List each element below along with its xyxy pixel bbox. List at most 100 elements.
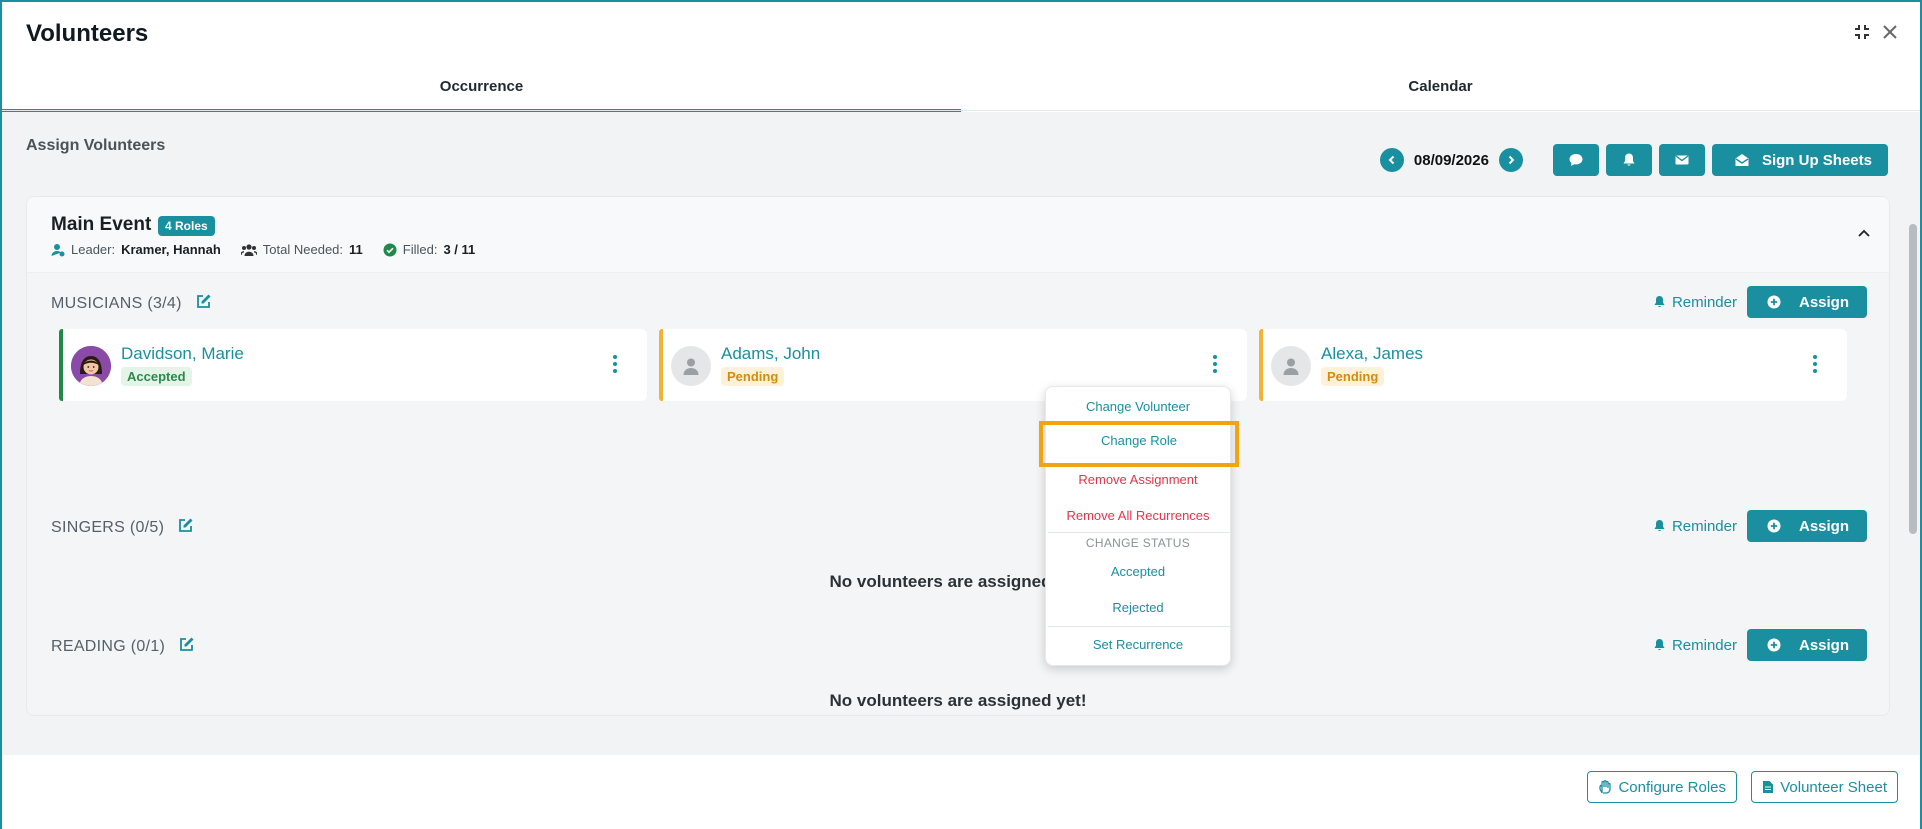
email-button[interactable] xyxy=(1658,144,1705,176)
toolbar: 08/09/2026 Sign Up Sheets xyxy=(1379,144,1888,176)
bell-icon xyxy=(1654,520,1665,532)
reminder-button[interactable]: Reminder xyxy=(1653,518,1737,535)
empty-message: No volunteers are assigned yet! xyxy=(829,572,1087,591)
chevron-right-icon xyxy=(1508,155,1515,165)
bell-icon xyxy=(1654,639,1665,651)
menu-divider xyxy=(1048,532,1230,533)
compress-icon[interactable] xyxy=(1854,24,1870,40)
edit-icon[interactable] xyxy=(178,517,194,538)
tab-calendar[interactable]: Calendar xyxy=(961,72,1920,112)
filled-count: 3 / 11 xyxy=(443,242,476,257)
menu-change-role[interactable]: Change Role xyxy=(1039,421,1239,467)
empty-message: No volunteers are assigned yet! xyxy=(829,691,1087,710)
close-icon[interactable] xyxy=(1882,24,1898,40)
users-icon xyxy=(240,243,257,256)
volunteer-sheet-button[interactable]: Volunteer Sheet xyxy=(1751,771,1898,803)
section-musicians-header: MUSICIANS (3/4) xyxy=(51,293,212,314)
volunteer-sheet-label: Volunteer Sheet xyxy=(1780,778,1887,796)
reminder-button[interactable]: Reminder xyxy=(1653,294,1737,311)
event-card: Main Event 4 Roles Leader: Kramer, Hanna… xyxy=(26,196,1890,716)
envelope-icon xyxy=(1675,155,1689,165)
dialog-title: Volunteers xyxy=(26,20,149,47)
leader-label: Leader: xyxy=(71,242,116,257)
collapse-chevron-icon[interactable] xyxy=(1857,225,1871,243)
volunteer-name[interactable]: Alexa, James xyxy=(1321,344,1423,364)
status-badge: Pending xyxy=(1321,367,1385,386)
more-vertical-icon[interactable] xyxy=(613,355,617,378)
scrollbar-thumb[interactable] xyxy=(1909,224,1917,534)
assign-label: Assign xyxy=(1798,517,1849,535)
event-title: Main Event xyxy=(51,214,152,235)
total-needed: 11 xyxy=(349,242,363,257)
assign-button[interactable]: Assign xyxy=(1746,510,1867,542)
edit-icon[interactable] xyxy=(179,636,195,657)
assign-button[interactable]: Assign xyxy=(1746,286,1867,318)
section-singers-header: SINGERS (0/5) xyxy=(51,517,194,538)
section-musicians-title: MUSICIANS (3/4) xyxy=(51,294,182,312)
sign-up-sheets-button[interactable]: Sign Up Sheets xyxy=(1711,144,1888,176)
section-reading-actions: Reminder Assign xyxy=(1653,629,1867,661)
configure-roles-label: Configure Roles xyxy=(1618,778,1726,796)
volunteer-card[interactable]: Alexa, James Pending xyxy=(1259,329,1847,401)
volunteer-name[interactable]: Adams, John xyxy=(721,344,820,364)
plus-circle-icon xyxy=(1767,638,1781,652)
prev-date-button[interactable] xyxy=(1379,148,1404,172)
dialog-header: Volunteers Occurrence Calendar xyxy=(2,2,1920,112)
chat-icon xyxy=(1569,154,1583,166)
section-singers-actions: Reminder Assign xyxy=(1653,510,1867,542)
tab-occurrence[interactable]: Occurrence xyxy=(2,72,961,112)
reminder-button[interactable]: Reminder xyxy=(1653,637,1737,654)
section-singers-title: SINGERS (0/5) xyxy=(51,518,165,536)
notify-button[interactable] xyxy=(1605,144,1652,176)
next-date-button[interactable] xyxy=(1498,148,1523,172)
assign-label: Assign xyxy=(1798,636,1849,654)
bell-icon xyxy=(1654,296,1665,308)
hand-icon xyxy=(1599,780,1612,794)
menu-status-header: CHANGE STATUS xyxy=(1085,536,1191,550)
chevron-left-icon xyxy=(1388,155,1395,165)
current-date: 08/09/2026 xyxy=(1413,151,1489,169)
status-badge: Pending xyxy=(721,367,785,386)
document-icon xyxy=(1763,781,1774,793)
avatar-placeholder-icon xyxy=(1271,346,1311,386)
menu-remove-assignment[interactable]: Remove Assignment xyxy=(1046,472,1230,487)
avatar xyxy=(71,346,111,386)
more-vertical-icon[interactable] xyxy=(1213,355,1217,378)
menu-remove-all-recurrences[interactable]: Remove All Recurrences xyxy=(1046,508,1230,523)
dialog-footer: Configure Roles Volunteer Sheet xyxy=(2,755,1920,829)
event-card-header[interactable]: Main Event 4 Roles Leader: Kramer, Hanna… xyxy=(27,197,1889,273)
event-meta: Leader: Kramer, Hannah Total Needed: 11 … xyxy=(51,242,475,257)
assign-button[interactable]: Assign xyxy=(1746,629,1867,661)
menu-set-recurrence[interactable]: Set Recurrence xyxy=(1046,637,1230,652)
section-title: Assign Volunteers xyxy=(26,137,166,154)
menu-divider xyxy=(1048,626,1230,627)
volunteer-card[interactable]: Davidson, Marie Accepted xyxy=(59,329,647,401)
leader-name: Kramer, Hannah xyxy=(121,242,221,257)
plus-circle-icon xyxy=(1767,519,1781,533)
more-vertical-icon[interactable] xyxy=(1813,355,1817,378)
status-badge: Accepted xyxy=(121,367,192,386)
reminder-label: Reminder xyxy=(1671,636,1737,654)
avatar-placeholder-icon xyxy=(671,346,711,386)
leader-icon xyxy=(51,243,65,256)
scrollbar[interactable] xyxy=(1906,222,1920,829)
volunteers-dialog: Volunteers Occurrence Calendar Assign Vo… xyxy=(0,0,1922,829)
message-button[interactable] xyxy=(1552,144,1599,176)
section-reading-title: READING (0/1) xyxy=(51,637,166,655)
total-label: Total Needed: xyxy=(262,242,344,257)
configure-roles-button[interactable]: Configure Roles xyxy=(1587,771,1737,803)
menu-status-accepted[interactable]: Accepted xyxy=(1046,564,1230,579)
plus-circle-icon xyxy=(1767,295,1781,309)
sign-up-sheets-label: Sign Up Sheets xyxy=(1761,151,1872,169)
reminder-label: Reminder xyxy=(1671,293,1737,311)
edit-icon[interactable] xyxy=(196,293,212,314)
envelope-open-icon xyxy=(1735,154,1749,166)
menu-status-rejected[interactable]: Rejected xyxy=(1046,600,1230,615)
main-content: Assign Volunteers 08/09/2026 Sign Up She… xyxy=(2,112,1920,829)
section-reading-header: READING (0/1) xyxy=(51,636,195,657)
volunteer-name[interactable]: Davidson, Marie xyxy=(121,344,244,364)
roles-badge: 4 Roles xyxy=(158,216,215,236)
tab-bar: Occurrence Calendar xyxy=(2,72,1920,112)
header-icons xyxy=(1854,24,1898,40)
menu-change-volunteer[interactable]: Change Volunteer xyxy=(1046,399,1230,414)
